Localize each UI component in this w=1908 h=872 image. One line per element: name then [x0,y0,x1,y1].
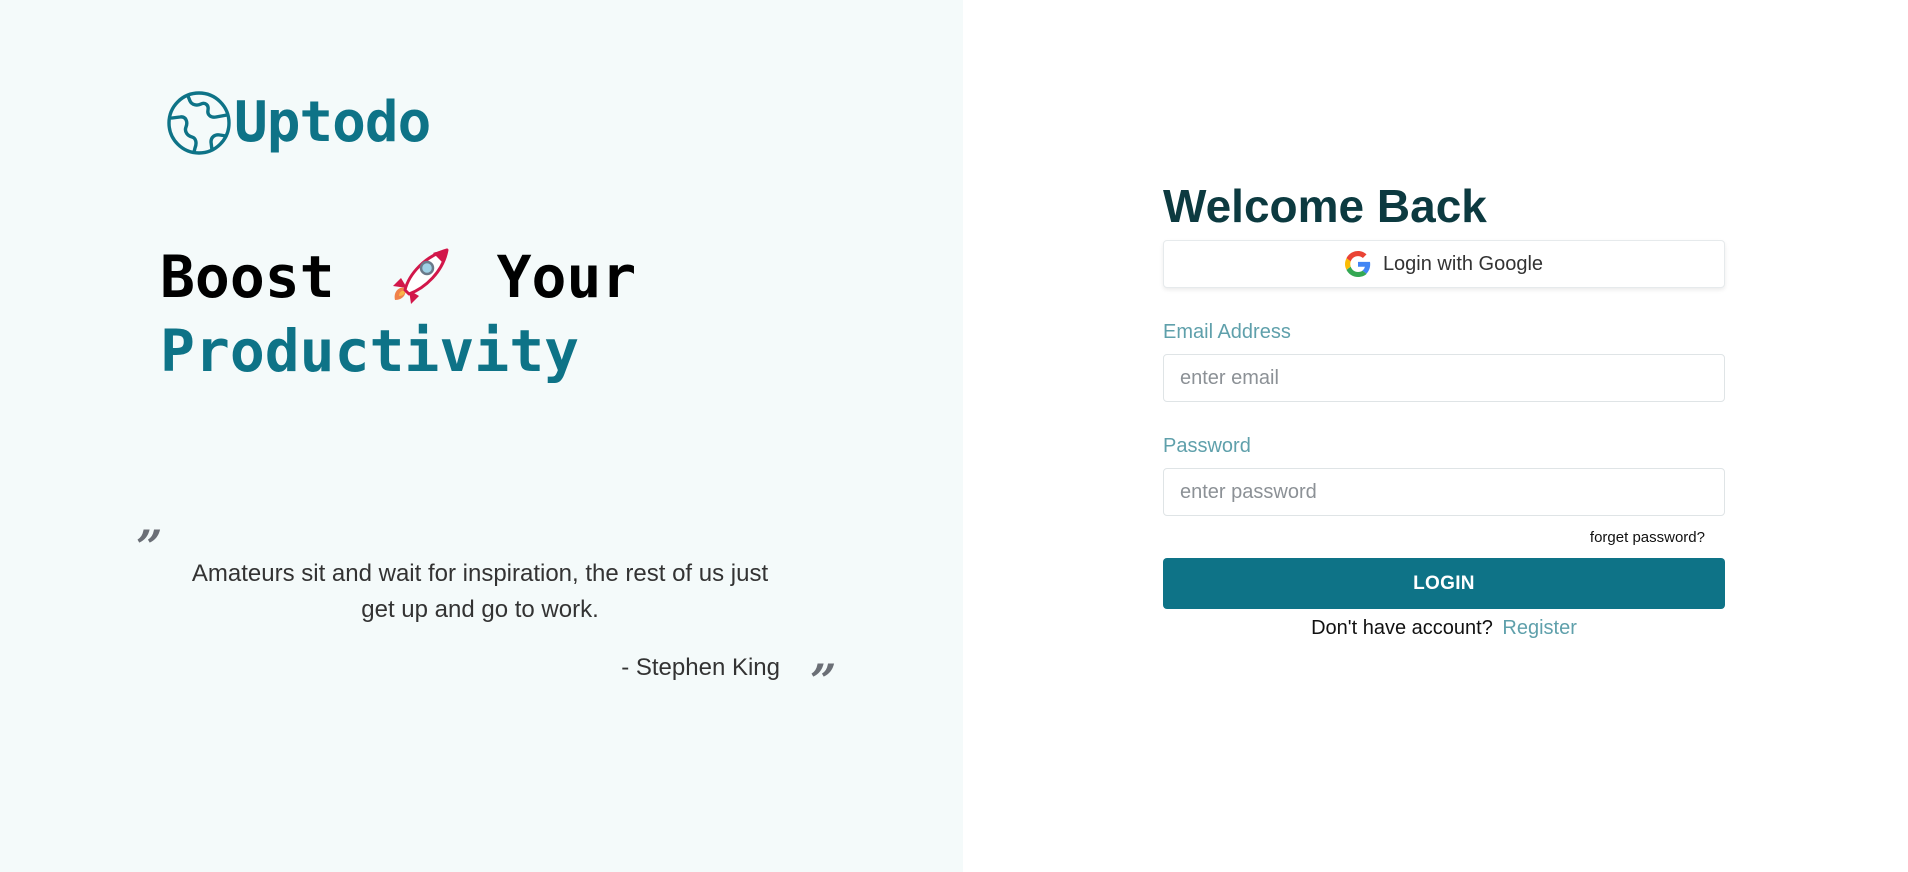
globe-icon [166,90,232,156]
rocket-icon [385,244,455,310]
register-prompt: Don't have account? [1311,617,1493,639]
hero-headline: Boost Your Productivity [160,240,636,388]
google-login-label: Login with Google [1382,252,1544,275]
login-form: Welcome Back Login with Google Email Add… [1163,174,1725,640]
quote-close-mark: ” [810,654,837,708]
headline-word-productivity: Productivity [160,317,580,385]
password-label: Password [1163,435,1251,457]
page-title: Welcome Back [1163,180,1487,232]
brand-name: Uptodo [234,90,431,155]
headline-word-your: Your [496,243,637,311]
brand-logo: Uptodo [166,90,431,156]
login-panel: Welcome Back Login with Google Email Add… [963,0,1908,872]
login-button[interactable]: LOGIN [1163,558,1725,609]
register-link[interactable]: Register [1502,617,1576,639]
quote-author: - Stephen King [621,654,780,681]
login-page: Uptodo Boost Your Productivity ” Amateur… [0,0,1908,872]
hero-panel: Uptodo Boost Your Productivity ” Amateur… [0,0,963,872]
quote-text: Amateurs sit and wait for inspiration, t… [191,560,769,623]
google-icon [1344,251,1371,277]
email-field[interactable] [1163,354,1725,402]
headline-word-boost: Boost [160,243,335,311]
register-row: Don't have account? Register [1163,617,1725,640]
quote-open-mark: ” [136,520,163,574]
email-label: Email Address [1163,321,1291,343]
password-field[interactable] [1163,468,1725,516]
forget-password-link[interactable]: forget password? [1163,528,1725,548]
google-login-button[interactable]: Login with Google [1163,240,1725,288]
